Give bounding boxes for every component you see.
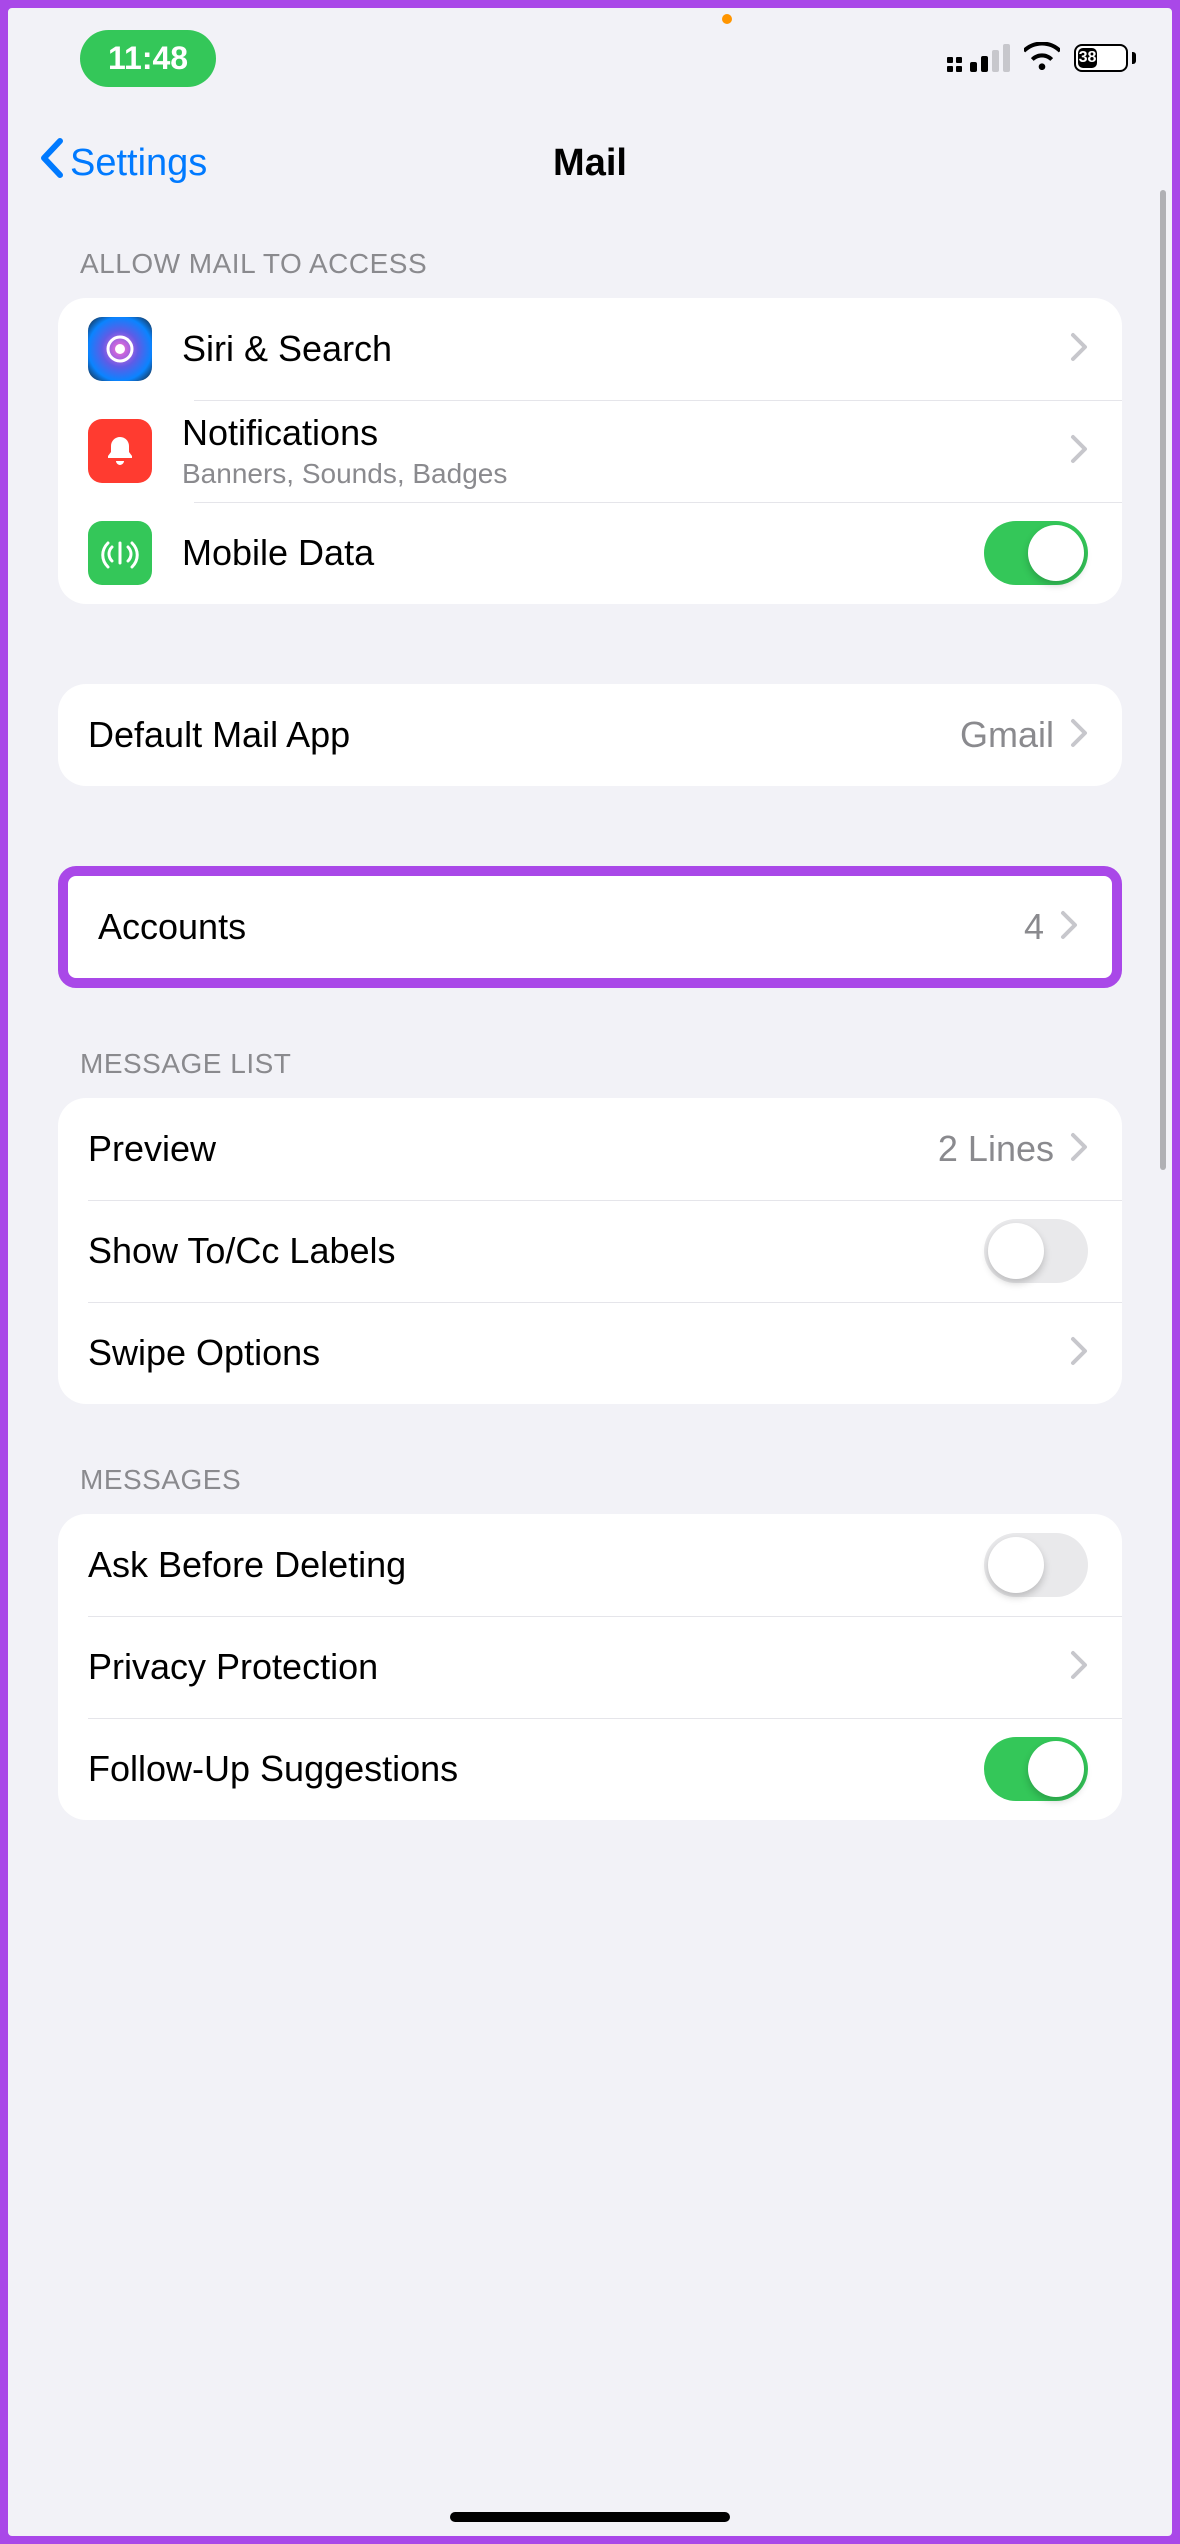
row-label: Privacy Protection [88, 1646, 1070, 1688]
battery-pct: 38 [1078, 48, 1097, 68]
row-label: Show To/Cc Labels [88, 1230, 984, 1272]
row-privacy-protection[interactable]: Privacy Protection [58, 1616, 1122, 1718]
device-frame: 11:48 38 Settings [4, 4, 1176, 2540]
row-show-to-cc: Show To/Cc Labels [58, 1200, 1122, 1302]
row-followup-suggestions: Follow-Up Suggestions [58, 1718, 1122, 1820]
group-access: Siri & Search Notifications Banners, Sou… [58, 298, 1122, 604]
nav-bar: Settings Mail [8, 108, 1172, 218]
row-value: 2 Lines [938, 1128, 1054, 1170]
status-time-pill[interactable]: 11:48 [80, 30, 216, 87]
chevron-right-icon [1070, 718, 1088, 753]
chevron-right-icon [1070, 1336, 1088, 1371]
row-notifications[interactable]: Notifications Banners, Sounds, Badges [58, 400, 1122, 502]
row-subtitle: Banners, Sounds, Badges [182, 458, 1070, 490]
group-accounts: Accounts 4 [58, 866, 1122, 988]
chevron-right-icon [1070, 434, 1088, 469]
row-label: Siri & Search [182, 328, 1070, 370]
settings-scroll[interactable]: ALLOW MAIL TO ACCESS Siri & Search Notif… [8, 218, 1172, 2536]
group-default-app: Default Mail App Gmail [58, 684, 1122, 786]
wifi-icon [1024, 42, 1060, 75]
ask-before-deleting-toggle[interactable] [984, 1533, 1088, 1597]
bell-icon [88, 419, 152, 483]
antenna-icon [88, 521, 152, 585]
row-label: Accounts [98, 906, 1024, 948]
row-label: Preview [88, 1128, 938, 1170]
home-indicator[interactable] [450, 2512, 730, 2522]
back-label: Settings [70, 142, 207, 185]
back-button[interactable]: Settings [38, 137, 207, 189]
battery-icon: 38 [1074, 44, 1136, 72]
row-label: Default Mail App [88, 714, 960, 756]
section-header-access: ALLOW MAIL TO ACCESS [80, 248, 1122, 280]
row-swipe-options[interactable]: Swipe Options [58, 1302, 1122, 1404]
followup-toggle[interactable] [984, 1737, 1088, 1801]
section-header-messages: MESSAGES [80, 1464, 1122, 1496]
row-label: Swipe Options [88, 1332, 1070, 1374]
chevron-right-icon [1070, 332, 1088, 367]
chevron-right-icon [1070, 1650, 1088, 1685]
row-mobile-data: Mobile Data [58, 502, 1122, 604]
row-value: 4 [1024, 906, 1044, 948]
status-bar: 11:48 38 [8, 8, 1172, 108]
row-label: Notifications [182, 412, 1070, 454]
status-icons: 38 [947, 42, 1136, 75]
section-header-message-list: MESSAGE LIST [80, 1048, 1122, 1080]
siri-icon [88, 317, 152, 381]
group-message-list: Preview 2 Lines Show To/Cc Labels Swipe … [58, 1098, 1122, 1404]
row-preview[interactable]: Preview 2 Lines [58, 1098, 1122, 1200]
row-value: Gmail [960, 714, 1054, 756]
row-default-mail-app[interactable]: Default Mail App Gmail [58, 684, 1122, 786]
scrollbar[interactable] [1160, 190, 1166, 1170]
row-accounts[interactable]: Accounts 4 [68, 876, 1112, 978]
row-label: Ask Before Deleting [88, 1544, 984, 1586]
chevron-right-icon [1060, 910, 1078, 945]
row-ask-before-deleting: Ask Before Deleting [58, 1514, 1122, 1616]
cellular-signal-icon [947, 44, 1010, 72]
mobile-data-toggle[interactable] [984, 521, 1088, 585]
row-label: Follow-Up Suggestions [88, 1748, 984, 1790]
chevron-left-icon [38, 137, 66, 189]
row-siri-search[interactable]: Siri & Search [58, 298, 1122, 400]
chevron-right-icon [1070, 1132, 1088, 1167]
recording-indicator-dot [722, 14, 732, 24]
row-label: Mobile Data [182, 532, 984, 574]
show-to-cc-toggle[interactable] [984, 1219, 1088, 1283]
group-messages: Ask Before Deleting Privacy Protection F… [58, 1514, 1122, 1820]
